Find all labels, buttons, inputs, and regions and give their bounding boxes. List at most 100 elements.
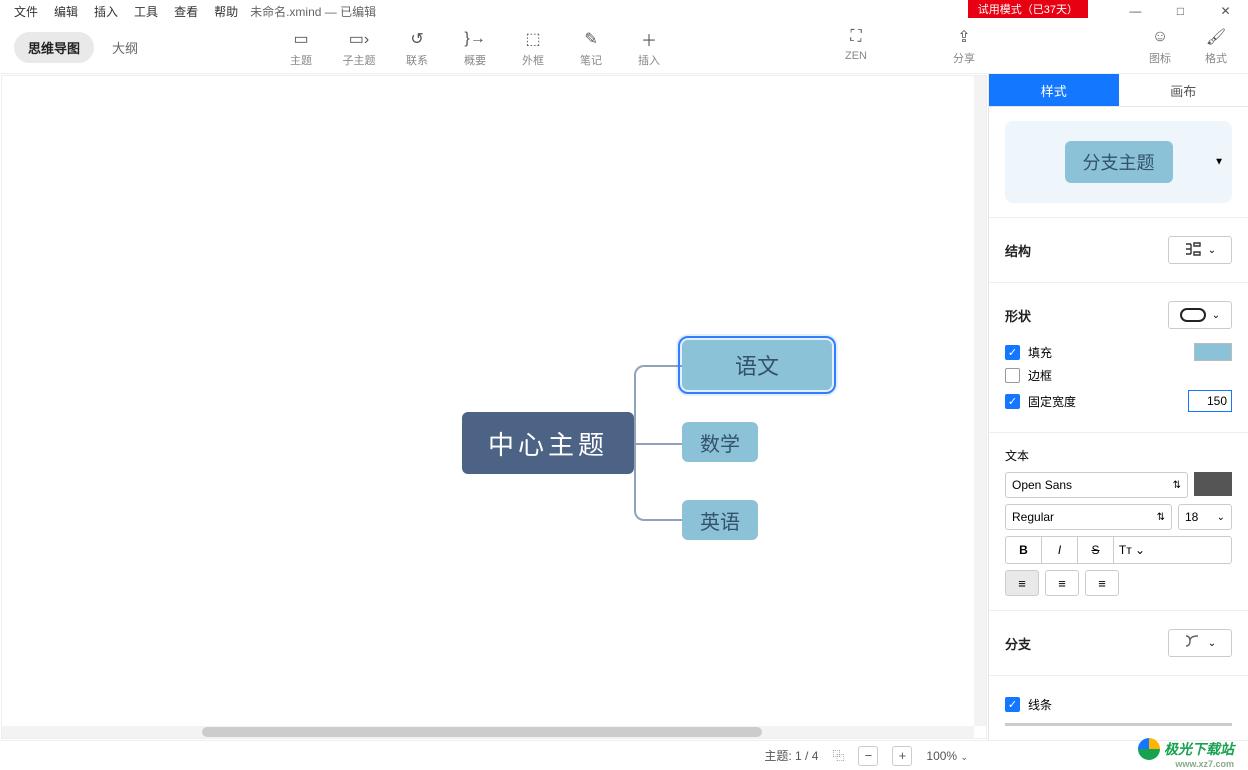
label-border: 边框 [1028,367,1052,384]
branch-topic-2[interactable]: 数学 [682,422,758,462]
menu-insert[interactable]: 插入 [86,1,126,22]
scrollbar-thumb[interactable] [202,727,762,737]
status-bar: 主题: 1 / 4 ⿻ − + 100% ⌄ [0,740,1248,770]
label-fill: 填充 [1028,344,1052,361]
relationship-icon: ↺ [388,28,446,50]
tool-summary[interactable]: }→概要 [446,28,504,68]
font-weight-select[interactable]: Regular⇅ [1005,504,1172,530]
share-icon: ⇪ [940,26,988,48]
trial-badge: 试用模式（已37天） [968,0,1088,18]
main-area: 中心主题 语文 数学 英语 样式 画布 分支主题 ▼ 结构 [0,74,1248,740]
tool-icons[interactable]: ☺图标 [1136,26,1184,66]
scrollbar-horizontal[interactable] [2,726,974,738]
align-right-button[interactable]: ≡ [1085,570,1119,596]
chevron-down-icon: ⌄ [1212,310,1220,321]
fixed-width-input[interactable] [1188,390,1232,412]
preview-node: 分支主题 [1065,141,1173,183]
align-left-button[interactable]: ≡ [1005,570,1039,596]
smiley-icon: ☺ [1136,26,1184,48]
structure-icon [1184,241,1202,260]
label-line: 线条 [1028,696,1052,713]
subtopic-icon: ▭› [330,28,388,50]
panel-tab-style[interactable]: 样式 [989,74,1119,107]
tool-share[interactable]: ⇪分享 [940,26,988,66]
topic-icon: ▭ [272,28,330,50]
summary-icon: }→ [446,28,504,50]
tool-relationship[interactable]: ↺联系 [388,28,446,68]
align-center-button[interactable]: ≡ [1045,570,1079,596]
menu-bar: 文件 编辑 插入 工具 查看 帮助 未命名.xmind — 已编辑 试用模式（已… [0,0,1248,22]
chevron-down-icon[interactable]: ▼ [1214,157,1224,168]
text-color-swatch[interactable] [1194,472,1232,496]
tool-topic[interactable]: ▭主题 [272,28,330,68]
tool-note[interactable]: ✎笔记 [562,28,620,68]
chevron-down-icon: ⌄ [960,752,968,762]
window-minimize[interactable]: — [1113,0,1158,22]
tool-zen[interactable]: ⛶ZEN [832,26,880,66]
italic-button[interactable]: I [1042,537,1078,563]
text-transform-button[interactable]: Tᴛ ⌄ [1114,537,1150,563]
style-preview[interactable]: 分支主题 ▼ [1005,121,1232,203]
zoom-in-button[interactable]: + [892,746,912,766]
checkbox-fill[interactable]: ✓ [1005,345,1020,360]
font-family-select[interactable]: Open Sans⇅ [1005,472,1188,498]
label-branch: 分支 [1005,634,1031,653]
connector [634,443,682,521]
checkbox-line[interactable]: ✓ [1005,697,1020,712]
boundary-icon: ⬚ [504,28,562,50]
structure-select[interactable]: ⌄ [1168,236,1232,264]
map-overview-icon[interactable]: ⿻ [832,747,844,764]
zoom-out-button[interactable]: − [858,746,878,766]
rounded-rect-icon [1180,308,1206,322]
menu-help[interactable]: 帮助 [206,1,246,22]
branch-shape-select[interactable]: ⌄ [1168,629,1232,657]
checkbox-border[interactable] [1005,368,1020,383]
label-structure: 结构 [1005,241,1031,260]
tool-insert[interactable]: ＋插入 [620,28,678,68]
watermark-logo-icon [1138,738,1160,760]
window-close[interactable]: ✕ [1203,0,1248,22]
chevron-down-icon: ⌄ [1217,512,1225,523]
zen-icon: ⛶ [832,26,880,48]
branch-curve-icon [1184,634,1202,653]
menu-tools[interactable]: 工具 [126,1,166,22]
bold-button[interactable]: B [1006,537,1042,563]
toolbar: 思维导图 大纲 ▭主题 ▭›子主题 ↺联系 }→概要 ⬚外框 ✎笔记 ＋插入 ⛶… [0,22,1248,74]
label-text: 文本 [1005,447,1232,464]
tab-outline[interactable]: 大纲 [98,32,152,63]
canvas[interactable]: 中心主题 语文 数学 英语 [1,75,987,739]
window-maximize[interactable]: □ [1158,0,1203,22]
note-icon: ✎ [562,28,620,50]
watermark: 极光下载站 www.xz7.com [1138,738,1234,760]
checkbox-fixed-width[interactable]: ✓ [1005,394,1020,409]
label-fixed-width: 固定宽度 [1028,393,1076,410]
branch-topic-3[interactable]: 英语 [682,500,758,540]
label-shape: 形状 [1005,306,1031,325]
branch-topic-1[interactable]: 语文 [682,340,832,390]
font-size-select[interactable]: 18⌄ [1178,504,1232,530]
insert-icon: ＋ [620,28,678,50]
line-width-slider[interactable] [1005,723,1232,726]
zoom-level[interactable]: 100% ⌄ [926,749,968,763]
shape-select[interactable]: ⌄ [1168,301,1232,329]
tool-boundary[interactable]: ⬚外框 [504,28,562,68]
stepper-icon: ⇅ [1173,480,1181,491]
chevron-down-icon: ⌄ [1208,245,1216,256]
tab-mindmap[interactable]: 思维导图 [14,32,94,63]
brush-icon: 🖌 [1192,26,1240,48]
central-topic[interactable]: 中心主题 [462,412,634,474]
tool-subtopic[interactable]: ▭›子主题 [330,28,388,68]
document-title: 未命名.xmind — 已编辑 [250,3,376,20]
fill-color-swatch[interactable] [1194,343,1232,361]
format-panel: 样式 画布 分支主题 ▼ 结构 ⌄ 形状 [988,74,1248,740]
panel-tab-canvas[interactable]: 画布 [1119,74,1248,107]
tool-format[interactable]: 🖌格式 [1192,26,1240,66]
menu-file[interactable]: 文件 [6,1,46,22]
stepper-icon: ⇅ [1157,512,1165,523]
strike-button[interactable]: S [1078,537,1114,563]
menu-edit[interactable]: 编辑 [46,1,86,22]
scrollbar-vertical[interactable] [974,76,986,726]
chevron-down-icon: ⌄ [1208,638,1216,649]
menu-view[interactable]: 查看 [166,1,206,22]
topic-count: 主题: 1 / 4 [764,747,818,764]
